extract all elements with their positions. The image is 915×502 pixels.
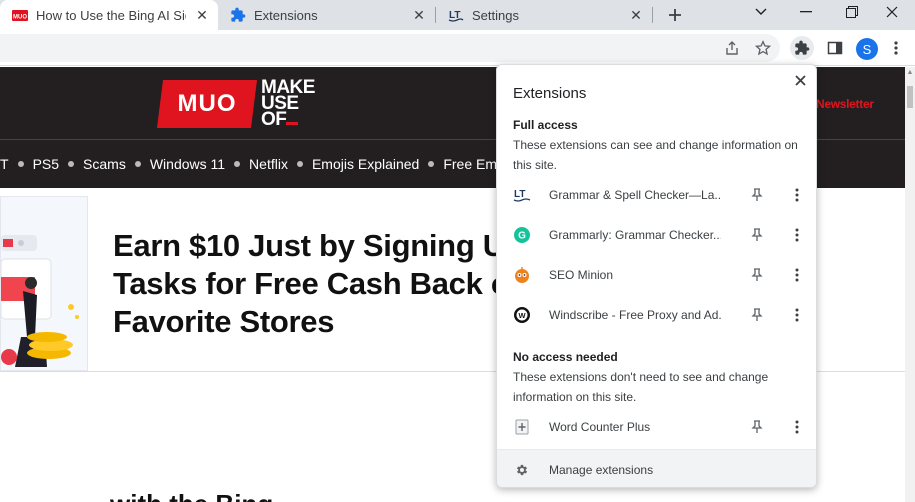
- scroll-up-arrow-icon[interactable]: ▲: [906, 69, 914, 77]
- browser-toolbar: S: [0, 30, 915, 66]
- minimize-icon[interactable]: [783, 0, 829, 24]
- close-icon[interactable]: [791, 71, 809, 89]
- nav-item-ps5[interactable]: PS5: [33, 156, 59, 172]
- tab-bing-ai-article[interactable]: MUO How to Use the Bing AI Sideb ✕: [0, 0, 218, 30]
- tab-strip: MUO How to Use the Bing AI Sideb ✕ Exten…: [0, 0, 915, 30]
- article-heading-fragment: with the Bing: [110, 489, 273, 502]
- gear-icon: [513, 461, 531, 479]
- more-vert-icon[interactable]: [884, 36, 908, 60]
- address-bar[interactable]: [0, 34, 780, 62]
- more-vert-icon[interactable]: [789, 227, 805, 243]
- popup-title: Extensions: [513, 85, 587, 102]
- word-counter-icon: [513, 418, 531, 436]
- extensions-puzzle-icon[interactable]: [790, 36, 814, 60]
- page-scrollbar[interactable]: [905, 67, 915, 502]
- share-icon[interactable]: [720, 36, 744, 60]
- svg-text:W: W: [518, 311, 526, 320]
- close-icon[interactable]: ✕: [194, 7, 210, 23]
- bookmark-star-icon[interactable]: [751, 36, 775, 60]
- full-access-description: These extensions can see and change info…: [513, 138, 798, 172]
- close-window-icon[interactable]: [869, 0, 915, 24]
- more-vert-icon[interactable]: [789, 307, 805, 323]
- logo-wordmark: MAKE USE OF: [257, 78, 315, 130]
- tab-title: How to Use the Bing AI Sideb: [36, 7, 186, 23]
- tab-search-chevron-down-icon[interactable]: [738, 0, 784, 24]
- more-vert-icon[interactable]: [789, 267, 805, 283]
- logo-line: OF: [261, 109, 287, 130]
- nav-item-emojis-explained[interactable]: Emojis Explained: [312, 156, 419, 172]
- extension-name: Windscribe - Free Proxy and Ad...: [549, 308, 721, 322]
- extensions-menu: Extensions Full access These extensions …: [496, 64, 817, 488]
- extension-name: Word Counter Plus: [549, 420, 651, 434]
- extension-row-seo-minion[interactable]: SEO Minion: [497, 255, 816, 295]
- more-vert-icon[interactable]: [789, 419, 805, 435]
- extension-row-word-counter-plus[interactable]: Word Counter Plus: [497, 407, 816, 447]
- svg-text:MUO: MUO: [13, 14, 27, 20]
- nav-item-netflix[interactable]: Netflix: [249, 156, 288, 172]
- pin-icon[interactable]: [749, 307, 765, 323]
- languagetool-icon: LT: [513, 186, 531, 204]
- profile-avatar[interactable]: S: [856, 38, 878, 60]
- muo-logo-icon: MUO: [12, 7, 28, 23]
- no-access-heading: No access needed: [513, 350, 618, 364]
- full-access-heading: Full access: [513, 118, 578, 132]
- pin-icon[interactable]: [749, 187, 765, 203]
- tab-title: Settings: [472, 7, 519, 23]
- no-access-description: These extensions don't need to see and c…: [513, 370, 769, 404]
- article-thumbnail[interactable]: [0, 196, 88, 371]
- nav-item-scams[interactable]: Scams: [83, 156, 126, 172]
- close-icon[interactable]: ✕: [628, 7, 644, 23]
- extension-name: Grammar & Spell Checker—La...: [549, 188, 721, 202]
- nav-item-windows-11[interactable]: Windows 11: [150, 156, 225, 172]
- extension-row-windscribe[interactable]: W Windscribe - Free Proxy and Ad...: [497, 295, 816, 335]
- extension-row-languagetool[interactable]: LT Grammar & Spell Checker—La...: [497, 175, 816, 215]
- new-tab-button[interactable]: [662, 2, 688, 28]
- windscribe-icon: W: [513, 306, 531, 324]
- extension-name: SEO Minion: [549, 268, 614, 282]
- nav-item[interactable]: T: [0, 156, 9, 172]
- scrollbar-thumb[interactable]: [907, 86, 913, 108]
- svg-text:LT: LT: [514, 189, 525, 200]
- tab-title: Extensions: [254, 7, 318, 23]
- lt-logo-icon: LT: [448, 7, 464, 23]
- extension-row-grammarly[interactable]: G Grammarly: Grammar Checker...: [497, 215, 816, 255]
- pin-icon[interactable]: [749, 227, 765, 243]
- seo-minion-icon: [513, 266, 531, 284]
- close-icon[interactable]: ✕: [411, 7, 427, 23]
- logo-mark: MUO: [157, 80, 257, 128]
- grammarly-icon: G: [513, 226, 531, 244]
- tab-separator: [652, 7, 653, 23]
- more-vert-icon[interactable]: [789, 187, 805, 203]
- trending-nav: T PS5 Scams Windows 11 Netflix Emojis Ex…: [0, 154, 505, 174]
- manage-extensions-button[interactable]: Manage extensions: [497, 449, 816, 487]
- tab-settings[interactable]: LT Settings ✕: [436, 0, 652, 30]
- side-panel-icon[interactable]: [823, 36, 847, 60]
- newsletter-link[interactable]: Newsletter: [816, 97, 874, 111]
- extension-name: Grammarly: Grammar Checker...: [549, 228, 721, 242]
- site-logo[interactable]: MUO MAKE USE OF: [157, 78, 319, 130]
- pin-icon[interactable]: [749, 419, 765, 435]
- svg-text:G: G: [518, 231, 526, 242]
- pin-icon[interactable]: [749, 267, 765, 283]
- manage-extensions-label: Manage extensions: [549, 463, 654, 477]
- puzzle-icon: [230, 7, 246, 23]
- tab-extensions[interactable]: Extensions ✕: [218, 0, 435, 30]
